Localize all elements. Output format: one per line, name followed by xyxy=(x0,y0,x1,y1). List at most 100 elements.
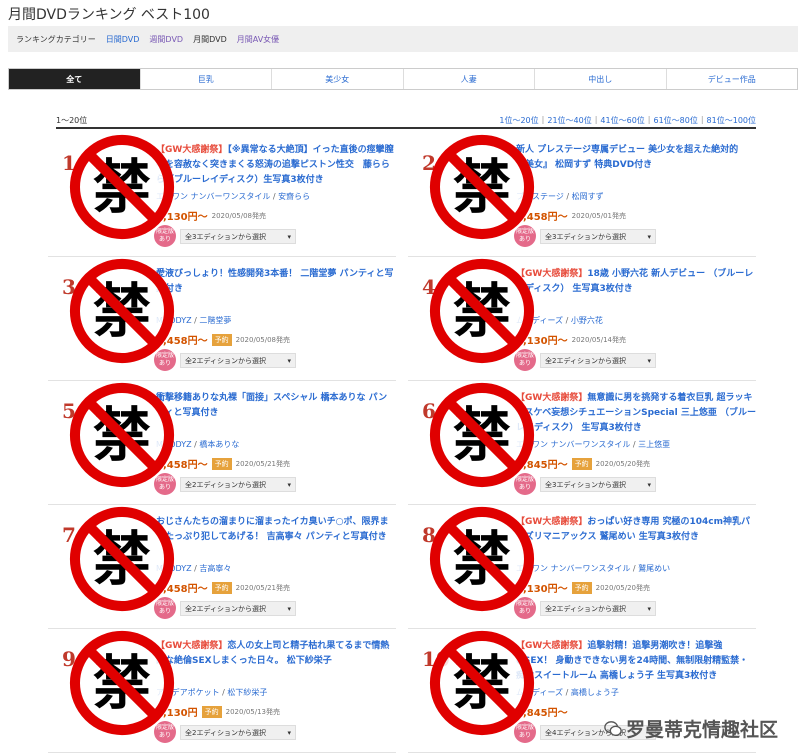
release-date: 2020/05/08発売 xyxy=(235,335,290,344)
ranking-item[interactable]: 4 【GW大感謝祭】18歳 小野六花 新人デビュー （ブルーレイディスク） 生写… xyxy=(408,257,756,381)
tab-beautiful-girl[interactable]: 美少女 xyxy=(272,69,404,89)
tab-all[interactable]: 全て xyxy=(9,69,141,89)
edition-select-label: 全2エディションから選択 xyxy=(185,356,266,365)
preorder-badge: 予約 xyxy=(571,457,592,470)
actress-link[interactable]: 松岡すず xyxy=(572,192,604,201)
page-title: 月間DVDランキング ベスト100 xyxy=(8,7,210,23)
range-row: 1〜20位 1位〜20位 | 21位〜40位 | 41位〜60位 | 61位〜80位 |… xyxy=(56,115,756,129)
dropdown-arrow-icon: ▾ xyxy=(647,604,651,613)
item-title-link[interactable]: 【GW大感謝祭】追撃射精！追撃男潮吹き！追撃強●SEX！ 身動きできない男を24… xyxy=(516,639,756,684)
release-date: 2020/05/13発売 xyxy=(225,707,280,716)
prohibited-icon: 禁 xyxy=(69,134,175,240)
release-date: 2020/05/14発売 xyxy=(571,335,626,344)
actress-link[interactable]: 小野六花 xyxy=(571,316,603,325)
item-title-link[interactable]: 新人 プレステージ専属デビュー 美少女を超えた絶対的『美女』 松岡すず 特典DV… xyxy=(516,143,756,173)
tab-married-woman[interactable]: 人妻 xyxy=(403,69,535,89)
prohibited-icon: 禁 xyxy=(429,134,535,240)
edition-select[interactable]: 全2エディションから選択 ▾ xyxy=(180,353,296,368)
ranking-item[interactable]: 5 衝撃移籍ありな丸裸「面接」スペシャル 橋本ありな パンティと写真付き MOO… xyxy=(48,381,396,505)
actress-link[interactable]: 二階堂夢 xyxy=(199,316,231,325)
release-date: 2020/05/20発売 xyxy=(595,459,650,468)
edition-select[interactable]: 全2エディションから選択 ▾ xyxy=(540,601,656,616)
edition-select[interactable]: 全2エディションから選択 ▾ xyxy=(180,477,296,492)
preorder-badge: 予約 xyxy=(211,333,232,346)
edition-select-label: 全2エディションから選択 xyxy=(185,728,266,737)
prohibited-icon: 禁 xyxy=(69,258,175,364)
actress-link[interactable]: 三上悠亜 xyxy=(638,440,670,449)
edition-select-label: 全3エディションから選択 xyxy=(545,480,626,489)
release-date: 2020/05/20発売 xyxy=(595,583,650,592)
range-link[interactable]: 61位〜80位 xyxy=(653,115,697,127)
dropdown-arrow-icon: ▾ xyxy=(287,604,291,613)
range-links: 1位〜20位 | 21位〜40位 | 41位〜60位 | 61位〜80位 | 81位〜1… xyxy=(499,115,756,127)
ranking-category-bar: ランキングカテゴリー 日間DVD 週間DVD 月間DVD 月間AV女優 xyxy=(8,26,798,52)
actress-link[interactable]: 鷲尾めい xyxy=(638,564,670,573)
item-title: 愛液びっしょり！性感開発3本番！ 二階堂夢 パンティと写真付き xyxy=(156,269,394,294)
dropdown-arrow-icon: ▾ xyxy=(287,232,291,241)
dropdown-arrow-icon: ▾ xyxy=(647,232,651,241)
item-maker: エスワン ナンバーワンスタイル / 安齋らら xyxy=(156,192,311,201)
edition-select[interactable]: 全2エディションから選択 ▾ xyxy=(180,725,296,740)
tab-creampie[interactable]: 中出し xyxy=(535,69,667,89)
ranking-item[interactable]: 7 おじさんたちの溜まりに溜まったイカ臭いチ○ポ、限界までたっぷり犯してあげる！… xyxy=(48,505,396,629)
item-maker: エスワン ナンバーワンスタイル / 鷲尾めい xyxy=(516,564,671,573)
dropdown-arrow-icon: ▾ xyxy=(287,728,291,737)
watermark: 罗曼蒂克情趣社区 xyxy=(604,715,778,742)
edition-select[interactable]: 全2エディションから選択 ▾ xyxy=(180,601,296,616)
preorder-badge: 予約 xyxy=(201,705,222,718)
actress-link[interactable]: 高橋しょう子 xyxy=(571,688,619,697)
item-title: 衝撃移籍ありな丸裸「面接」スペシャル 橋本ありな パンティと写真付き xyxy=(156,393,388,418)
tab-big-breasts[interactable]: 巨乳 xyxy=(140,69,272,89)
edition-select[interactable]: 全3エディションから選択 ▾ xyxy=(180,229,296,244)
edition-select-label: 全2エディションから選択 xyxy=(545,604,626,613)
edition-select[interactable]: 全2エディションから選択 ▾ xyxy=(540,353,656,368)
ranking-item[interactable]: 9 【GW大感謝祭】恋人の女上司と精子枯れ果てるまで情熱的な絶倫SEXしまくった… xyxy=(48,629,396,753)
category-daily-link[interactable]: 日間DVD xyxy=(106,34,140,45)
category-monthly-actress-link[interactable]: 月間AV女優 xyxy=(237,34,279,45)
edition-select[interactable]: 全3エディションから選択 ▾ xyxy=(540,229,656,244)
dropdown-arrow-icon: ▾ xyxy=(647,356,651,365)
range-link[interactable]: 41位〜60位 xyxy=(600,115,644,127)
dropdown-arrow-icon: ▾ xyxy=(287,480,291,489)
item-title-link[interactable]: おじさんたちの溜まりに溜まったイカ臭いチ○ポ、限界までたっぷり犯してあげる！ 吉… xyxy=(156,515,396,545)
range-link[interactable]: 81位〜100位 xyxy=(707,115,756,127)
release-date: 2020/05/08発売 xyxy=(211,211,266,220)
tab-debut[interactable]: デビュー作品 xyxy=(666,69,797,89)
edition-select[interactable]: 全3エディションから選択 ▾ xyxy=(540,477,656,492)
preorder-badge: 予約 xyxy=(211,457,232,470)
item-title-link[interactable]: 【GW大感謝祭】恋人の女上司と精子枯れ果てるまで情熱的な絶倫SEXしまくった日々… xyxy=(156,639,396,669)
ranking-item[interactable]: 6 【GW大感謝祭】無意識に男を挑発する着衣巨乳 超ラッキースケベ妄想シチュエー… xyxy=(408,381,756,505)
item-title-link[interactable]: 【GW大感謝祭】おっぱい好き専用 究極の104cm神乳パイズリマニアックス 鷲尾… xyxy=(516,515,756,545)
release-date: 2020/05/21発売 xyxy=(235,459,290,468)
ranking-item[interactable]: 3 愛液びっしょり！性感開発3本番！ 二階堂夢 パンティと写真付き MOODYZ… xyxy=(48,257,396,381)
item-title-link[interactable]: 【GW大感謝祭】【※異常なる大絶頂】イった直後の痙攣膣中を容赦なく突きまくる怒涛… xyxy=(156,143,396,188)
edition-select-label: 全3エディションから選択 xyxy=(545,232,626,241)
item-maker: エスワン ナンバーワンスタイル / 三上悠亜 xyxy=(516,440,671,449)
prohibited-icon: 禁 xyxy=(429,630,535,736)
preorder-badge: 予約 xyxy=(211,581,232,594)
range-link[interactable]: 21位〜40位 xyxy=(547,115,591,127)
prohibited-icon: 禁 xyxy=(429,506,535,612)
prohibited-icon: 禁 xyxy=(69,506,175,612)
ranking-item[interactable]: 2 新人 プレステージ専属デビュー 美少女を超えた絶対的『美女』 松岡すず 特典… xyxy=(408,133,756,257)
category-monthly-current: 月間DVD xyxy=(193,34,227,44)
actress-link[interactable]: 吉高寧々 xyxy=(199,564,231,573)
wechat-icon xyxy=(604,720,622,736)
item-title-link[interactable]: 【GW大感謝祭】無意識に男を挑発する着衣巨乳 超ラッキースケベ妄想シチュエーショ… xyxy=(516,391,756,436)
item-title: おじさんたちの溜まりに溜まったイカ臭いチ○ポ、限界までたっぷり犯してあげる！ 吉… xyxy=(156,517,389,542)
item-title-link[interactable]: 愛液びっしょり！性感開発3本番！ 二階堂夢 パンティと写真付き xyxy=(156,267,396,297)
range-link[interactable]: 1位〜20位 xyxy=(499,115,538,127)
actress-link[interactable]: 松下紗栄子 xyxy=(227,688,267,697)
prohibited-icon: 禁 xyxy=(69,382,175,488)
edition-select-label: 全3エディションから選択 xyxy=(185,232,266,241)
actress-link[interactable]: 橋本ありな xyxy=(199,440,239,449)
ranking-item[interactable]: 1 【GW大感謝祭】【※異常なる大絶頂】イった直後の痙攣膣中を容赦なく突きまくる… xyxy=(48,133,396,257)
category-weekly-link[interactable]: 週間DVD xyxy=(149,34,183,45)
watermark-text: 罗曼蒂克情趣社区 xyxy=(625,719,778,741)
current-range: 1〜20位 xyxy=(56,116,88,125)
item-title-link[interactable]: 衝撃移籍ありな丸裸「面接」スペシャル 橋本ありな パンティと写真付き xyxy=(156,391,396,421)
item-title-link[interactable]: 【GW大感謝祭】18歳 小野六花 新人デビュー （ブルーレイディスク） 生写真3… xyxy=(516,267,756,297)
ranking-item[interactable]: 8 【GW大感謝祭】おっぱい好き専用 究極の104cm神乳パイズリマニアックス … xyxy=(408,505,756,629)
dropdown-arrow-icon: ▾ xyxy=(287,356,291,365)
actress-link[interactable]: 安齋らら xyxy=(278,192,310,201)
